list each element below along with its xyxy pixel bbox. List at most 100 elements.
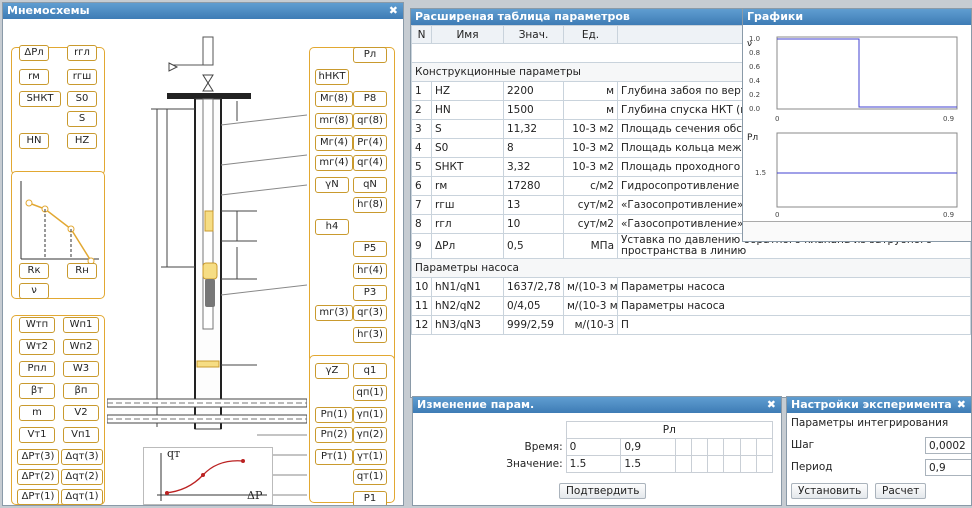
col-header[interactable]: Имя <box>431 25 504 44</box>
param-button[interactable]: ν <box>19 283 49 299</box>
param-button[interactable]: rгш <box>67 69 97 85</box>
col-header[interactable]: Ед. <box>563 25 618 44</box>
param-button[interactable]: Vт1 <box>19 427 55 443</box>
value-cell[interactable] <box>691 455 709 473</box>
param-button[interactable]: qг(3) <box>353 305 387 321</box>
param-button[interactable]: Δqт(2) <box>61 469 103 485</box>
mnemo-titlebar[interactable]: Мнемосхемы ✖ <box>3 3 403 19</box>
param-button[interactable]: hНКТ <box>315 69 349 85</box>
param-button[interactable]: ΔPт(2) <box>17 469 59 485</box>
param-button[interactable]: HN <box>19 133 49 149</box>
time-cell[interactable] <box>739 438 757 456</box>
confirm-button[interactable]: Подтвердить <box>559 483 647 499</box>
value-cell[interactable] <box>707 455 725 473</box>
param-button[interactable]: βт <box>19 383 55 399</box>
param-button[interactable]: m <box>19 405 55 421</box>
close-icon[interactable]: ✖ <box>767 397 776 413</box>
param-button[interactable]: V2 <box>63 405 99 421</box>
param-button[interactable]: Pт(1) <box>315 449 353 465</box>
experiment-titlebar[interactable]: Настройки эксперимента ✖ <box>787 397 971 413</box>
param-button[interactable]: W3 <box>63 361 99 377</box>
time-cell[interactable] <box>755 438 774 456</box>
param-button[interactable]: h4 <box>315 219 349 235</box>
value-cell[interactable] <box>675 455 693 473</box>
param-button[interactable]: ΔPт(3) <box>17 449 59 465</box>
param-button[interactable]: mг(4) <box>315 155 353 171</box>
col-header[interactable]: Знач. <box>503 25 564 44</box>
value-cell[interactable]: 1.5 <box>565 455 622 473</box>
param-value[interactable]: 0,5 <box>503 233 564 259</box>
time-cell[interactable] <box>675 438 693 456</box>
param-button[interactable]: Mг(4) <box>315 135 353 151</box>
param-button[interactable]: Rн <box>67 263 97 279</box>
param-value[interactable]: 0/4,05 <box>503 296 564 316</box>
param-button[interactable]: q1 <box>353 363 387 379</box>
param-value[interactable]: 2200 <box>503 81 564 101</box>
time-cell[interactable] <box>691 438 709 456</box>
param-button[interactable]: ΔPт(1) <box>17 489 59 505</box>
param-button[interactable]: qп(1) <box>353 385 387 401</box>
param-button[interactable]: rм <box>19 69 49 85</box>
param-button[interactable]: hг(3) <box>353 327 387 343</box>
param-button[interactable]: Wтп <box>19 317 55 333</box>
param-button[interactable]: Rк <box>19 263 49 279</box>
param-button[interactable]: Pл <box>353 47 387 63</box>
param-button[interactable]: S0 <box>67 91 97 107</box>
run-button[interactable]: Расчет <box>875 483 927 499</box>
graphs-titlebar[interactable]: Графики <box>743 9 971 25</box>
param-button[interactable]: Vп1 <box>63 427 99 443</box>
param-button[interactable]: Pпл <box>19 361 55 377</box>
value-cell[interactable] <box>755 455 774 473</box>
param-button[interactable]: βп <box>63 383 99 399</box>
time-cell[interactable] <box>707 438 725 456</box>
param-button[interactable]: Wп2 <box>63 339 99 355</box>
param-value[interactable]: 8 <box>503 138 564 158</box>
table-row[interactable]: 12 hN3/qN3 999/2,59 м/(10-3 П <box>411 315 971 335</box>
param-button[interactable]: Mг(8) <box>315 91 353 107</box>
value-cell[interactable] <box>739 455 757 473</box>
param-button[interactable]: γт(1) <box>353 449 387 465</box>
param-button[interactable]: qN <box>353 177 387 193</box>
param-button[interactable]: γN <box>315 177 349 193</box>
col-header[interactable]: N <box>411 25 432 44</box>
param-button[interactable]: hг(8) <box>353 197 387 213</box>
param-button[interactable]: qт(1) <box>353 469 387 485</box>
value-cell[interactable]: 1.5 <box>620 455 677 473</box>
param-button[interactable]: Wп1 <box>63 317 99 333</box>
param-value[interactable]: 3,32 <box>503 157 564 177</box>
param-button[interactable]: Δqт(1) <box>61 489 103 505</box>
param-button[interactable]: qг(4) <box>353 155 387 171</box>
set-button[interactable]: Установить <box>791 483 869 499</box>
param-button[interactable]: hг(4) <box>353 263 387 279</box>
value-cell[interactable] <box>723 455 741 473</box>
param-value[interactable]: 10 <box>503 214 564 234</box>
param-button[interactable]: γZ <box>315 363 349 379</box>
param-button[interactable]: γп(2) <box>353 427 387 443</box>
param-button[interactable]: qг(8) <box>353 113 387 129</box>
time-cell[interactable] <box>723 438 741 456</box>
param-button[interactable]: SНКТ <box>19 91 61 107</box>
period-input[interactable]: 0,9 <box>925 459 971 476</box>
param-button[interactable]: P5 <box>353 241 387 257</box>
param-button[interactable]: rгл <box>67 45 97 61</box>
step-input[interactable]: 0,0002 <box>925 437 971 454</box>
param-button[interactable]: Δqт(3) <box>61 449 103 465</box>
param-button[interactable]: HZ <box>67 133 97 149</box>
close-icon[interactable]: ✖ <box>389 3 398 19</box>
param-value[interactable]: 999/2,59 <box>503 315 564 335</box>
param-button[interactable]: Wт2 <box>19 339 55 355</box>
param-button[interactable]: P8 <box>353 91 387 107</box>
param-button[interactable]: P3 <box>353 285 387 301</box>
table-row[interactable]: 11hN2/qN20/4,05м/(10-3 м3/с)Параметры на… <box>411 296 971 316</box>
param-button[interactable]: S <box>67 111 97 127</box>
param-change-titlebar[interactable]: Изменение парам. ✖ <box>413 397 781 413</box>
time-cell[interactable]: 0,9 <box>620 438 677 456</box>
param-value[interactable]: 17280 <box>503 176 564 196</box>
param-value[interactable]: 1637/2,78 <box>503 277 564 297</box>
param-button[interactable]: Pг(4) <box>353 135 387 151</box>
param-value[interactable]: 11,32 <box>503 119 564 139</box>
table-row[interactable]: 10hN1/qN11637/2,78м/(10-3 м3/с)Параметры… <box>411 277 971 297</box>
param-button[interactable]: mг(3) <box>315 305 353 321</box>
param-value[interactable]: 1500 <box>503 100 564 120</box>
param-button[interactable]: ΔPл <box>19 45 49 61</box>
